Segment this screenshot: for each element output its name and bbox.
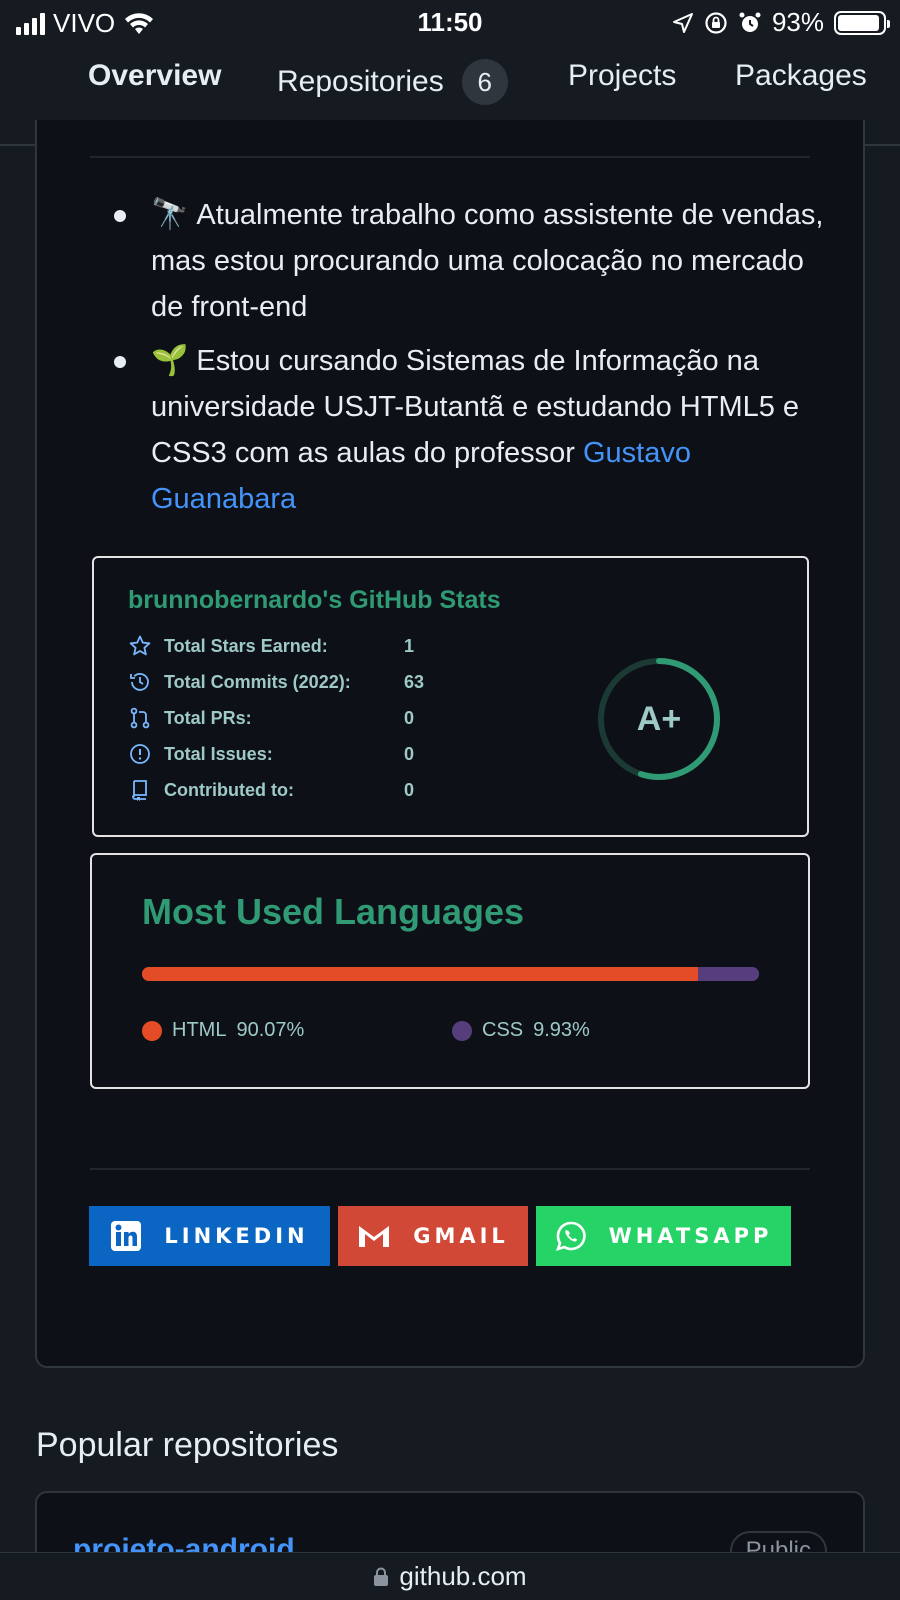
browser-url-bar[interactable]: github.com [0, 1552, 900, 1600]
language-segment-html [142, 967, 698, 981]
stat-value: 0 [404, 743, 415, 764]
tab-repositories-label: Repositories [277, 65, 444, 98]
language-name: HTML [172, 1019, 227, 1041]
pull-request-icon [128, 706, 152, 730]
language-percent: 90.07% [236, 1019, 305, 1041]
linkedin-label: LINKEDIN [164, 1224, 309, 1248]
whatsapp-icon [555, 1220, 587, 1252]
tab-packages[interactable]: Packages [735, 59, 867, 93]
rotation-lock-icon [705, 11, 727, 34]
html-color-dot [142, 1020, 162, 1041]
stat-row-issues: Total Issues: 0 [128, 742, 414, 766]
status-right: 93% [672, 7, 890, 38]
whatsapp-label: WHATSAPP [608, 1224, 773, 1248]
alarm-icon [739, 12, 761, 32]
url-text: github.com [399, 1561, 527, 1591]
stat-label: Total Issues: [164, 743, 273, 764]
stat-label: Contributed to: [164, 779, 294, 800]
divider [90, 1168, 810, 1170]
linkedin-button[interactable]: LINKEDIN [89, 1206, 330, 1266]
linkedin-icon [110, 1220, 142, 1252]
stat-value: 0 [404, 779, 415, 800]
whatsapp-button[interactable]: WHATSAPP [536, 1206, 791, 1266]
language-percent: 9.93% [533, 1019, 590, 1041]
stat-label: Total Commits (2022): [164, 671, 351, 692]
tab-overview-label: Overview [88, 59, 222, 92]
languages-title: Most Used Languages [142, 891, 525, 932]
popular-repositories-heading: Popular repositories [36, 1426, 339, 1464]
tab-overview[interactable]: Overview [88, 59, 221, 93]
tab-projects[interactable]: Projects [568, 59, 676, 93]
language-legend-css: CSS 9.93% [452, 1019, 590, 1042]
languages-progress-bar [142, 967, 759, 981]
repositories-count-badge: 6 [461, 59, 508, 105]
stat-row-prs: Total PRs: 0 [128, 706, 414, 730]
telescope-icon: 🔭 [151, 198, 189, 231]
battery-icon [834, 10, 890, 35]
readme-bullet-list: 🔭 Atualmente trabalho como assistente de … [110, 192, 830, 530]
battery-percent: 93% [771, 7, 824, 37]
lock-icon [374, 1567, 389, 1586]
bullet-text: Estou cursando Sistemas de Informação na… [151, 345, 800, 469]
tab-repositories[interactable]: Repositories 6 [277, 59, 508, 105]
stat-row-contributed: Contributed to: 0 [128, 778, 414, 802]
languages-card[interactable]: Most Used Languages HTML 90.07% CSS 9.93… [90, 853, 810, 1089]
tab-projects-label: Projects [568, 59, 677, 92]
grade-text: A+ [636, 700, 682, 738]
star-icon [128, 634, 152, 658]
language-segment-css [697, 967, 759, 981]
stats-title: brunnobernardo's GitHub Stats [128, 586, 501, 614]
stat-value: 63 [404, 671, 425, 692]
stat-label: Total PRs: [164, 707, 252, 728]
stat-value: 1 [404, 635, 415, 656]
language-name: CSS [482, 1019, 524, 1041]
location-arrow-icon [672, 12, 693, 33]
divider [90, 156, 810, 158]
list-item: 🌱 Estou cursando Sistemas de Informação n… [110, 338, 830, 522]
stat-label: Total Stars Earned: [164, 635, 328, 656]
stat-value: 0 [404, 707, 415, 728]
gmail-button[interactable]: GMAIL [338, 1206, 528, 1266]
repo-icon [128, 778, 152, 802]
tab-packages-label: Packages [735, 59, 867, 92]
history-icon [128, 670, 152, 694]
github-stats-card[interactable]: brunnobernardo's GitHub Stats Total Star… [92, 556, 809, 837]
stat-row-stars: Total Stars Earned: 1 [128, 634, 414, 658]
gmail-icon [357, 1223, 391, 1249]
status-bar: VIVO 11:50 93% [0, 0, 900, 44]
gmail-label: GMAIL [413, 1224, 509, 1248]
bullet-text: Atualmente trabalho como assistente de v… [151, 199, 824, 323]
language-legend-html: HTML 90.07% [142, 1019, 304, 1042]
css-color-dot [452, 1020, 472, 1041]
seedling-icon: 🌱 [151, 344, 189, 377]
stat-row-commits: Total Commits (2022): 63 [128, 670, 424, 694]
issue-icon [128, 742, 152, 766]
list-item: 🔭 Atualmente trabalho como assistente de … [110, 192, 830, 330]
